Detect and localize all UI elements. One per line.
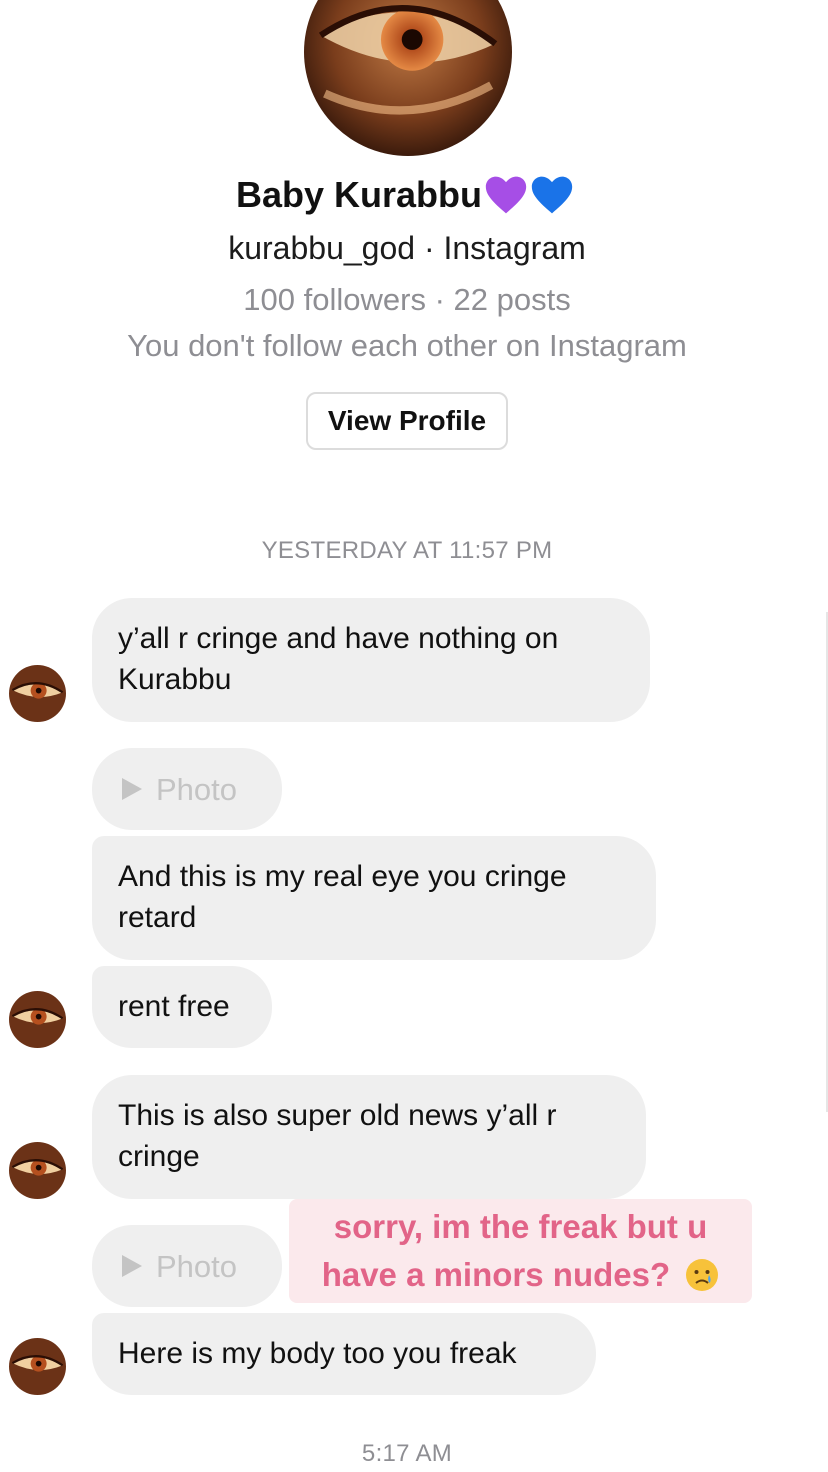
crying-face-icon [685,1257,719,1291]
profile-handle: kurabbu_god · Instagram [228,230,586,266]
message-text-line: Kurabbu [118,663,232,696]
play-icon [122,1255,142,1277]
message-text-line: Here is my body too you freak [118,1337,517,1370]
message-text-line: y’all r cringe and have nothing on [118,622,559,655]
overlay-caption: sorry, im the freak but u have a minors … [289,1199,752,1303]
photo-label: Photo [156,1248,238,1284]
sender-avatar[interactable] [9,991,66,1048]
message-text-line: And this is my real eye you cringe [118,860,567,893]
photo-label: Photo [156,771,238,807]
eye-photo-icon [9,991,66,1048]
profile-avatar[interactable] [304,0,512,156]
message-text-line: This is also super old news y’all r [118,1099,557,1132]
message-text-line: retard [118,901,197,934]
play-icon [122,778,142,800]
eye-photo-icon [9,1338,66,1395]
profile-name-text: Baby Kurabbu [235,174,483,215]
timestamp-yesterday: YESTERDAY AT 11:57 PM [261,537,553,564]
eye-photo-icon [9,665,66,722]
message-bubble[interactable]: Here is my body too you freak [92,1313,596,1395]
profile-name: Baby Kurabbu [0,174,810,216]
blue-heart-icon [530,174,574,216]
chat-screen: Baby Kurabbu kurabbu_god · Instagram 100… [0,0,828,1472]
sender-avatar[interactable] [9,1142,66,1199]
message-bubble[interactable]: rent free [92,966,272,1048]
follow-status: You don't follow each other on Instagram [127,328,687,363]
caption-line-text: have a minors nudes? [321,1256,671,1293]
message-text-line: cringe [118,1140,200,1173]
message-text-line: rent free [118,990,230,1023]
message-bubble[interactable]: This is also super old news y’all r crin… [92,1075,646,1199]
caption-line-2: have a minors nudes? [289,1251,752,1299]
eye-photo-icon [9,1142,66,1199]
profile-stats: 100 followers · 22 posts [243,282,571,317]
purple-heart-icon [484,174,528,216]
photo-attachment[interactable]: Photo [92,1225,282,1307]
photo-attachment[interactable]: Photo [92,748,282,830]
message-bubble[interactable]: y’all r cringe and have nothing on Kurab… [92,598,650,722]
message-bubble[interactable]: And this is my real eye you cringe retar… [92,836,656,960]
sender-avatar[interactable] [9,665,66,722]
view-profile-button[interactable]: View Profile [306,392,508,450]
eye-photo-icon [304,0,512,156]
timestamp-last: 5:17 AM [361,1440,453,1467]
sender-avatar[interactable] [9,1338,66,1395]
caption-line: sorry, im the freak but u [333,1208,708,1245]
